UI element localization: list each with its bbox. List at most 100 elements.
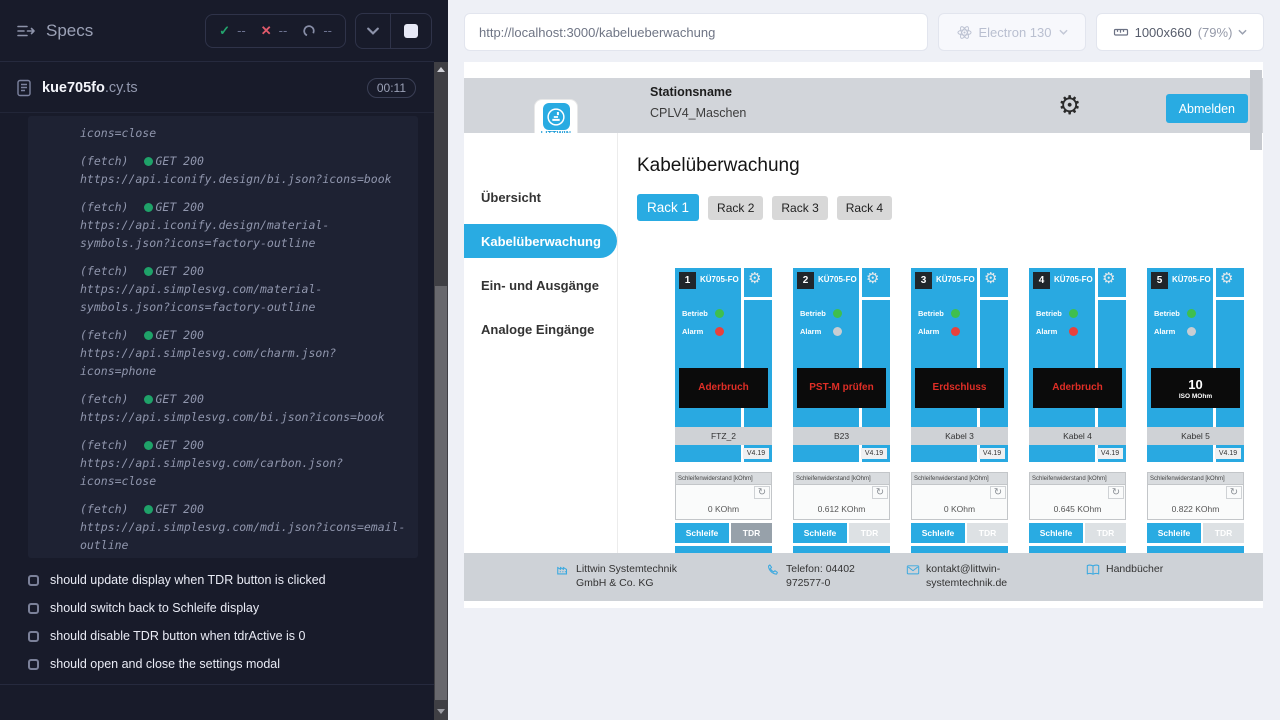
tdr-button[interactable]: TDR (1203, 523, 1244, 543)
rack-tab[interactable]: Rack 3 (772, 196, 827, 220)
sidebar-item[interactable]: Übersicht (464, 175, 617, 219)
log-entry[interactable]: (fetch) GET 200 https://api.simplesvg.co… (80, 326, 408, 380)
status-dot-icon (144, 441, 153, 450)
spec-duration-badge: 00:11 (367, 78, 416, 98)
cable-name-label: FTZ_2 (675, 427, 772, 445)
card-settings-gear-icon[interactable]: ⚙ (748, 269, 761, 287)
panel-divider (977, 297, 1008, 300)
measurement-box: ↻ 0.822 KOhm (1147, 485, 1244, 520)
log-entry[interactable]: (fetch) GET 200 https://api.simplesvg.co… (80, 390, 408, 426)
schleife-button[interactable]: Schleife (675, 523, 729, 543)
refresh-icon[interactable]: ↻ (872, 486, 888, 499)
footer-manuals[interactable]: Handbücher (1086, 562, 1163, 577)
card-settings-gear-icon[interactable]: ⚙ (1102, 269, 1115, 287)
runner-controls (355, 13, 432, 49)
log-entry[interactable]: (fetch) GET 200 https://api.simplesvg.co… (80, 262, 408, 316)
app-scrollbar-thumb[interactable] (1250, 70, 1262, 150)
device-display: Erdschluss (915, 368, 1004, 408)
tdr-button[interactable]: TDR (731, 523, 772, 543)
footer-manuals-text: Handbücher (1106, 562, 1163, 577)
test-state-icon (28, 659, 39, 670)
rack-tab[interactable]: Rack 1 (637, 194, 699, 221)
measurement-module: Schleifenwiderstand [kOhm] ↻ 0 KOhm Schl… (675, 472, 772, 554)
pending-circle-icon (302, 24, 316, 38)
test-list-item[interactable]: should disable TDR button when tdrActive… (28, 622, 428, 650)
tdr-button[interactable]: TDR (1085, 523, 1126, 543)
card-settings-gear-icon[interactable]: ⚙ (1220, 269, 1233, 287)
settings-gear-icon[interactable]: ⚙ (1058, 81, 1081, 129)
footer-email-text: kontakt@littwin-systemtechnik.de (926, 562, 1014, 590)
alarm-led-row: Alarm (1036, 327, 1078, 336)
sidebar-item[interactable]: Kabelüberwachung (464, 224, 617, 258)
log-url: https://api.simplesvg.com/mdi.json?icons… (80, 518, 408, 554)
log-entry[interactable]: (fetch) GET 200 https://api.simplesvg.co… (80, 436, 408, 490)
card-settings-gear-icon[interactable]: ⚙ (984, 269, 997, 287)
rack-tab-label: Rack 1 (647, 200, 689, 215)
card-settings-gear-icon[interactable]: ⚙ (866, 269, 879, 287)
device-card: 5 KÜ705-FO ⚙ Betrieb Alarm (1147, 268, 1244, 568)
spec-row[interactable]: kue705fo .cy.ts 00:11 (0, 63, 434, 113)
refresh-icon[interactable]: ↻ (990, 486, 1006, 499)
status-dot-icon (144, 203, 153, 212)
schleife-button[interactable]: Schleife (1029, 523, 1083, 543)
schleife-button[interactable]: Schleife (793, 523, 847, 543)
log-entry[interactable]: (fetch) GET 200 https://api.simplesvg.co… (80, 500, 408, 554)
viewport-selector[interactable]: 1000x660 (79%) (1096, 13, 1264, 51)
logout-button[interactable]: Abmelden (1166, 94, 1248, 123)
tdr-button[interactable]: TDR (967, 523, 1008, 543)
scroll-down-arrow-icon[interactable] (437, 709, 445, 714)
device-model: KÜ705-FO (700, 275, 739, 284)
runner-scrollbar[interactable] (434, 62, 448, 720)
spec-extension: .cy.ts (105, 80, 138, 96)
test-list-item[interactable]: should open and close the settings modal (28, 650, 428, 678)
schleife-button[interactable]: Schleife (911, 523, 965, 543)
url-input[interactable]: http://localhost:3000/kabelueberwachung (464, 13, 928, 51)
refresh-icon[interactable]: ↻ (754, 486, 770, 499)
panel-divider (1213, 297, 1244, 300)
chevron-down-icon[interactable] (356, 27, 390, 35)
footer-company-text: Littwin Systemtechnik GmbH & Co. KG (576, 562, 688, 590)
alarm-led (1069, 327, 1078, 336)
betrieb-led (833, 309, 842, 318)
device-card: 4 KÜ705-FO ⚙ Betrieb Alarm (1029, 268, 1126, 568)
device-panel: 2 KÜ705-FO ⚙ Betrieb Alarm (793, 268, 890, 462)
log-entry[interactable]: (fetch) GET 200 https://api.iconify.desi… (80, 198, 408, 252)
alarm-led (1187, 327, 1196, 336)
stop-button[interactable] (404, 24, 418, 38)
rack-tab[interactable]: Rack 2 (708, 196, 763, 220)
divider (0, 684, 434, 685)
measurement-title: Schleifenwiderstand [kOhm] (911, 472, 1008, 485)
sidebar-item[interactable]: Analoge Eingänge (464, 307, 617, 351)
sidebar-item[interactable]: Ein- und Ausgänge (464, 263, 617, 307)
device-model: KÜ705-FO (936, 275, 975, 284)
schleife-button[interactable]: Schleife (1147, 523, 1201, 543)
electron-icon (957, 25, 972, 40)
measurement-box: ↻ 0 KOhm (911, 485, 1008, 520)
log-entry[interactable]: (fetch) GET 200 icons=close (80, 124, 408, 142)
measurement-title: Schleifenwiderstand [kOhm] (675, 472, 772, 485)
specs-menu-icon[interactable] (16, 22, 36, 40)
refresh-icon[interactable]: ↻ (1108, 486, 1124, 499)
refresh-icon[interactable]: ↻ (1226, 486, 1242, 499)
test-state-icon (28, 603, 39, 614)
sidebar: Übersicht Kabelüberwachung Ein- und Ausg… (464, 133, 618, 553)
measurement-box: ↻ 0 KOhm (675, 485, 772, 520)
test-list-item[interactable]: should update display when TDR button is… (28, 566, 428, 594)
station-name: CPLV4_Maschen (650, 106, 746, 120)
browser-selector[interactable]: Electron 130 (938, 13, 1086, 51)
firmware-version: V4.19 (1215, 448, 1241, 459)
cable-name-label: Kabel 5 (1147, 427, 1244, 445)
rack-tab-label: Rack 4 (846, 201, 883, 215)
measurement-title: Schleifenwiderstand [kOhm] (793, 472, 890, 485)
station-label: Stationsname (650, 85, 732, 99)
tdr-button[interactable]: TDR (849, 523, 890, 543)
test-list-item[interactable]: should switch back to Schleife display (28, 594, 428, 622)
log-entry[interactable]: (fetch) GET 200 https://api.iconify.desi… (80, 152, 408, 188)
rack-tab[interactable]: Rack 4 (837, 196, 892, 220)
betrieb-led (715, 309, 724, 318)
scrollbar-thumb[interactable] (435, 286, 447, 700)
chevron-down-icon (1238, 29, 1247, 35)
measurement-box: ↻ 0.612 KOhm (793, 485, 890, 520)
scroll-up-arrow-icon[interactable] (437, 67, 445, 72)
fetch-label: (fetch) (80, 152, 128, 170)
